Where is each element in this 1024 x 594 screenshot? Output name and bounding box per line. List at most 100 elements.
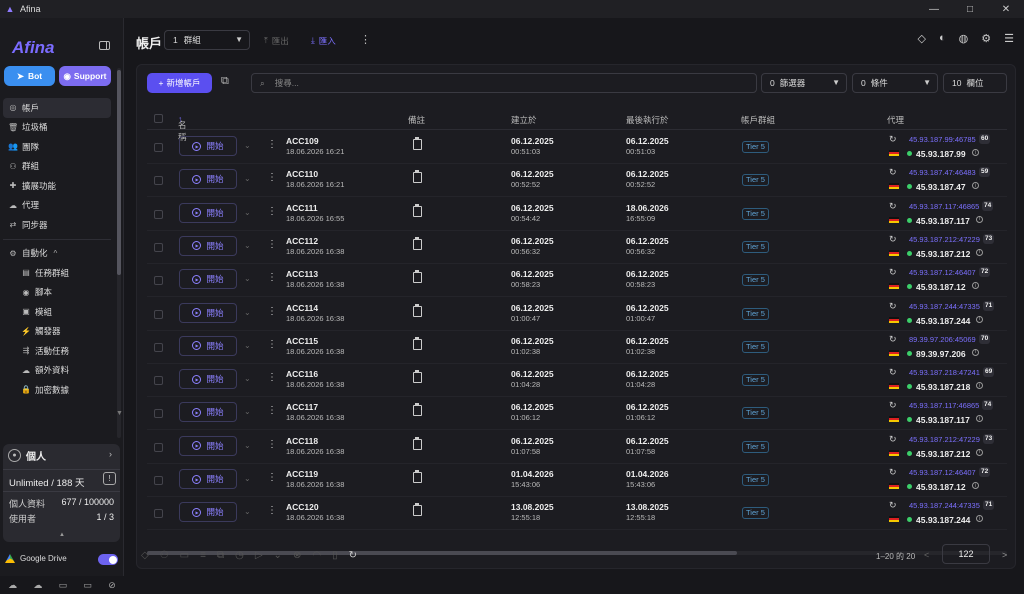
table-row[interactable]: ▶ 開始 ⌄ ⋮ ACC109 18.06.2026 16:21 06.12.2025 00:… bbox=[147, 131, 1007, 164]
wifi-icon[interactable]: ◠ bbox=[312, 550, 321, 561]
row-checkbox[interactable] bbox=[154, 309, 163, 319]
proxy-address[interactable]: 45.93.187.12:46407 bbox=[909, 268, 976, 277]
account-name[interactable]: ACC109 bbox=[286, 136, 319, 146]
clipboard-icon[interactable] bbox=[413, 137, 422, 150]
refresh-icon[interactable]: ↻ bbox=[889, 234, 897, 245]
account-name[interactable]: ACC117 bbox=[286, 402, 318, 412]
account-name[interactable]: ACC119 bbox=[286, 469, 318, 479]
chevron-down-icon[interactable]: ⌄ bbox=[244, 208, 251, 217]
export-button[interactable]: ⤒ 匯出 bbox=[264, 35, 289, 47]
cloud-upload-icon[interactable]: ☁ bbox=[8, 580, 17, 591]
row-menu-icon[interactable]: ⋮ bbox=[267, 439, 277, 450]
proxy-address[interactable]: 45.93.187.212:47229 bbox=[909, 435, 980, 444]
table-row[interactable]: ▶ 開始 ⌄ ⋮ ACC119 18.06.2026 16:38 01.04.2026 15:… bbox=[147, 464, 1007, 497]
chevron-down-icon[interactable]: ⌄ bbox=[244, 441, 251, 450]
row-checkbox[interactable] bbox=[154, 143, 163, 152]
trash-icon[interactable]: ▯ bbox=[332, 550, 338, 561]
proxy-address[interactable]: 45.93.187.99:46785 bbox=[909, 135, 976, 144]
group-select[interactable]: 1 群組 ▼ bbox=[164, 30, 250, 50]
search-input[interactable]: ⌕ 搜尋... bbox=[251, 73, 757, 93]
refresh-icon[interactable]: ↻ bbox=[889, 400, 897, 411]
row-menu-icon[interactable]: ⋮ bbox=[267, 139, 277, 150]
start-button[interactable]: ▶ 開始 bbox=[179, 335, 237, 356]
info-icon[interactable]: i bbox=[976, 448, 983, 456]
row-menu-icon[interactable]: ⋮ bbox=[267, 206, 277, 217]
proxy-address[interactable]: 45.93.187.244:47335 bbox=[909, 501, 980, 510]
start-button[interactable]: ▶ 開始 bbox=[179, 269, 237, 290]
copy-icon[interactable]: ⧉ bbox=[217, 550, 224, 561]
chevron-down-icon[interactable]: ⌄ bbox=[244, 507, 251, 516]
sidebar-collapse-icon[interactable] bbox=[99, 41, 110, 50]
refresh-icon[interactable]: ↻ bbox=[349, 550, 357, 561]
clipboard-icon[interactable] bbox=[413, 370, 422, 384]
row-checkbox[interactable] bbox=[154, 176, 163, 186]
refresh-icon[interactable]: ↻ bbox=[889, 367, 897, 378]
start-button[interactable]: ▶ 開始 bbox=[179, 169, 237, 190]
database-icon[interactable]: ☰ bbox=[1004, 32, 1014, 45]
account-name[interactable]: ACC120 bbox=[286, 502, 319, 512]
refresh-icon[interactable]: ↻ bbox=[889, 334, 897, 345]
refresh-icon[interactable]: ↻ bbox=[889, 167, 897, 178]
refresh-icon[interactable]: ↻ bbox=[889, 500, 897, 511]
support-button[interactable]: ◉ Support bbox=[59, 66, 111, 86]
clipboard-icon[interactable] bbox=[413, 436, 422, 450]
group-badge[interactable]: Tier 5 bbox=[742, 507, 769, 520]
globe-icon[interactable]: ◍ bbox=[959, 32, 969, 45]
header-last-run[interactable]: 最後執行於 bbox=[626, 114, 669, 126]
sidebar-item-synchronizer[interactable]: ⇄ 同步器 bbox=[3, 215, 111, 235]
row-checkbox[interactable] bbox=[154, 342, 163, 352]
table-row[interactable]: ▶ 開始 ⌄ ⋮ ACC113 18.06.2026 16:38 06.12.2025 00:… bbox=[147, 264, 1007, 298]
row-checkbox[interactable] bbox=[154, 276, 163, 286]
chevron-down-icon[interactable]: ⌄ bbox=[244, 474, 251, 483]
info-icon[interactable]: i bbox=[976, 248, 983, 256]
chevron-down-icon[interactable]: ⌄ bbox=[244, 241, 251, 250]
folder-download-icon[interactable]: ▭ bbox=[84, 580, 93, 591]
row-menu-icon[interactable]: ⋮ bbox=[267, 372, 277, 383]
row-checkbox[interactable] bbox=[154, 509, 163, 519]
proxy-address[interactable]: 45.93.187.47:46483 bbox=[909, 168, 976, 177]
group-badge[interactable]: Tier 5 bbox=[742, 141, 769, 153]
chevron-down-icon[interactable]: ⌄ bbox=[244, 141, 251, 150]
info-icon[interactable]: i bbox=[976, 382, 983, 390]
group-badge[interactable]: Tier 5 bbox=[742, 407, 769, 420]
clipboard-icon[interactable] bbox=[413, 303, 422, 317]
table-row[interactable]: ▶ 開始 ⌄ ⋮ ACC117 18.06.2026 16:38 06.12.2025 01:… bbox=[147, 397, 1007, 431]
clock-icon[interactable]: ◷ bbox=[235, 550, 244, 561]
clipboard-icon[interactable] bbox=[413, 503, 422, 517]
row-menu-icon[interactable]: ⋮ bbox=[267, 172, 277, 183]
row-menu-icon[interactable]: ⋮ bbox=[267, 472, 277, 483]
start-button[interactable]: ▶ 開始 bbox=[179, 369, 237, 390]
account-name[interactable]: ACC114 bbox=[286, 303, 318, 313]
group-badge[interactable]: Tier 5 bbox=[742, 174, 769, 187]
header-name[interactable]: 名稱 ↑ bbox=[178, 114, 187, 142]
sidebar-scroll-thumb[interactable] bbox=[117, 70, 121, 275]
refresh-icon[interactable]: ↻ bbox=[889, 267, 897, 278]
table-row[interactable]: ▶ 開始 ⌄ ⋮ ACC110 18.06.2026 16:21 06.12.2025 00:… bbox=[147, 164, 1007, 198]
start-button[interactable]: ▶ 開始 bbox=[179, 502, 237, 523]
proxy-address[interactable]: 45.93.187.218:47241 bbox=[909, 368, 980, 377]
settings-icon[interactable]: ⚙ bbox=[981, 32, 991, 45]
row-menu-icon[interactable]: ⋮ bbox=[267, 405, 277, 416]
filter-select[interactable]: 0 篩選器 ▼ bbox=[761, 73, 847, 93]
clipboard-icon[interactable] bbox=[413, 170, 422, 184]
columns-select[interactable]: 10 欄位 bbox=[943, 73, 1007, 93]
table-row[interactable]: ▶ 開始 ⌄ ⋮ ACC115 18.06.2026 16:38 06.12.2025 01:… bbox=[147, 331, 1007, 364]
account-name[interactable]: ACC113 bbox=[286, 269, 318, 279]
plan-info-icon[interactable]: ! bbox=[103, 472, 116, 485]
account-name[interactable]: ACC118 bbox=[286, 436, 318, 446]
info-icon[interactable]: i bbox=[976, 315, 983, 323]
chevron-down-icon[interactable]: ⌄ bbox=[274, 550, 282, 561]
info-icon[interactable]: i bbox=[976, 515, 983, 523]
chevron-right-icon[interactable]: › bbox=[109, 449, 112, 459]
start-button[interactable]: ▶ 開始 bbox=[179, 235, 237, 256]
chevron-up-icon[interactable]: ▲ bbox=[59, 532, 65, 538]
maximize-button[interactable]: □ bbox=[952, 0, 988, 18]
table-row[interactable]: ▶ 開始 ⌄ ⋮ ACC120 18.06.2026 16:38 13.08.2025 12:… bbox=[147, 497, 1007, 531]
group-badge[interactable]: Tier 5 bbox=[742, 274, 769, 287]
sidebar-item-accounts[interactable]: ◎ 帳戶 bbox=[3, 98, 111, 118]
play-icon[interactable]: ▷ bbox=[255, 550, 263, 561]
clipboard-icon[interactable] bbox=[413, 236, 422, 250]
header-proxy[interactable]: 代理 bbox=[887, 114, 904, 126]
select-all-checkbox[interactable] bbox=[154, 114, 163, 123]
row-checkbox[interactable] bbox=[154, 376, 163, 386]
